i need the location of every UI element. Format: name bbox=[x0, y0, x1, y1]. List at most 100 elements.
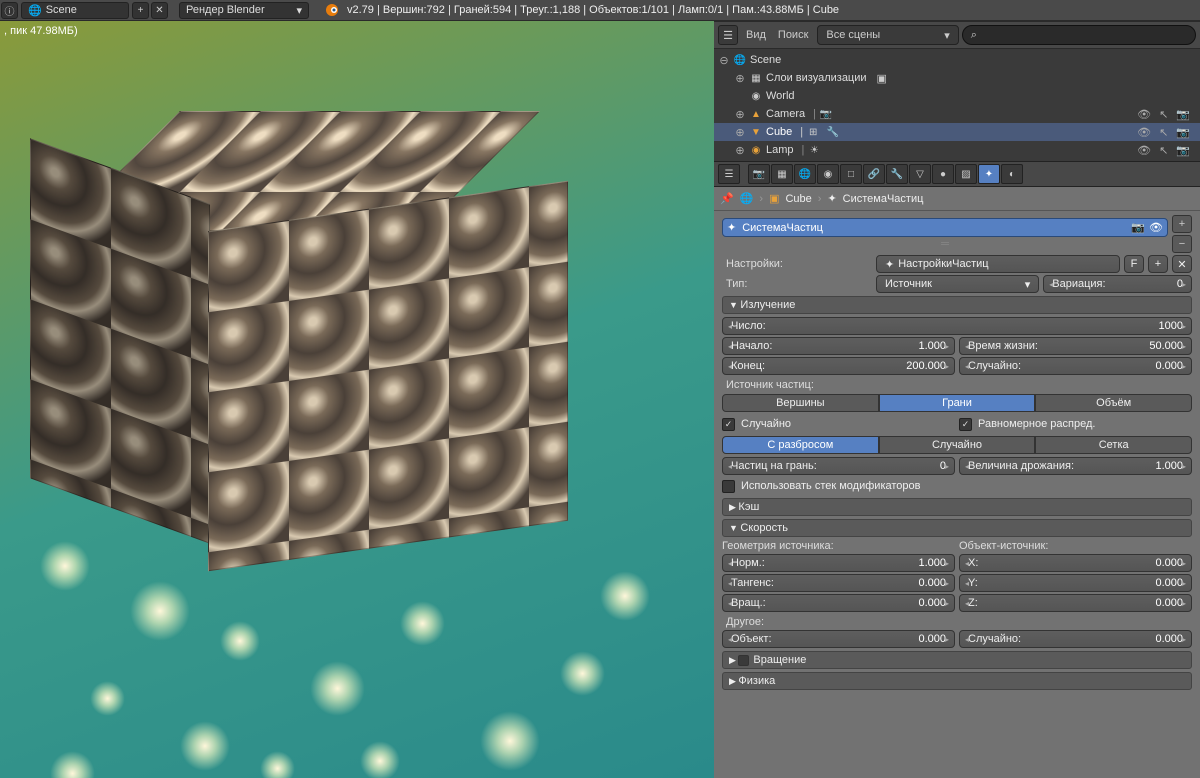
tab-renderlayers[interactable]: ▦ bbox=[771, 164, 793, 184]
source-label: Источник частиц: bbox=[726, 379, 1192, 391]
renderlayers-extra-icon[interactable]: ▣ bbox=[877, 72, 887, 85]
add-psys-button[interactable]: + bbox=[1172, 215, 1192, 233]
tab-object[interactable]: □ bbox=[840, 164, 862, 184]
pin-icon[interactable]: 📌 bbox=[720, 192, 734, 205]
dist-grid-button[interactable]: Сетка bbox=[1035, 436, 1192, 454]
tab-data[interactable]: ▽ bbox=[909, 164, 931, 184]
scene-icon: 🌐 bbox=[732, 52, 748, 68]
render-icon[interactable]: 📷 bbox=[1176, 108, 1190, 121]
distribution-buttons: С разбросом Случайно Сетка bbox=[722, 436, 1192, 454]
particles-per-face-field[interactable]: ◂Частиц на грань:0▸ bbox=[722, 457, 955, 475]
cube-icon: ▣ bbox=[769, 192, 779, 205]
properties-editor-icon[interactable]: ☰ bbox=[718, 164, 740, 184]
scene-remove-button[interactable]: ✕ bbox=[151, 2, 168, 19]
outliner-header: ☰ Вид Поиск Все сцены▾ ⌕ bbox=[714, 21, 1200, 49]
object-vel-field[interactable]: ◂Объект:0.000▸ bbox=[722, 630, 955, 648]
object-z-field[interactable]: ◂Z:0.000▸ bbox=[959, 594, 1192, 612]
cursor-icon[interactable]: ↖ bbox=[1159, 108, 1168, 121]
tab-constraints[interactable]: 🔗 bbox=[863, 164, 885, 184]
scene-add-button[interactable]: + bbox=[132, 2, 149, 19]
outliner-tree[interactable]: ⊖🌐 Scene ⊕▦ Слои визуализации ▣ ◉ World … bbox=[714, 49, 1200, 161]
outliner-search-menu[interactable]: Поиск bbox=[778, 29, 808, 41]
properties-breadcrumb: 📌 🌐 › ▣ Cube › ✦ СистемаЧастиц bbox=[714, 187, 1200, 211]
render-toggle-icon[interactable]: 📷 bbox=[1131, 221, 1145, 234]
tab-world[interactable]: ◉ bbox=[817, 164, 839, 184]
rendered-cube bbox=[60, 111, 540, 571]
outliner-filter-dropdown[interactable]: Все сцены▾ bbox=[817, 25, 958, 45]
outliner-editor-icon[interactable]: ☰ bbox=[718, 25, 738, 45]
tab-scene[interactable]: 🌐 bbox=[794, 164, 816, 184]
remove-psys-button[interactable]: − bbox=[1172, 235, 1192, 253]
search-icon: ⌕ bbox=[971, 29, 977, 42]
object-y-field[interactable]: ◂Y:0.000▸ bbox=[959, 574, 1192, 592]
jitter-amount-field[interactable]: ◂Величина дрожания:1.000▸ bbox=[959, 457, 1192, 475]
tab-material[interactable]: ● bbox=[932, 164, 954, 184]
physics-section-header[interactable]: Физика bbox=[722, 672, 1192, 690]
tab-render[interactable]: 📷 bbox=[748, 164, 770, 184]
dist-random-button[interactable]: Случайно bbox=[879, 436, 1036, 454]
outliner-camera-row[interactable]: ⊕▲ Camera |📷 👁↖📷 bbox=[714, 105, 1200, 123]
cache-section-header[interactable]: Кэш bbox=[722, 498, 1192, 516]
list-resize-handle[interactable]: ═ bbox=[722, 240, 1168, 248]
emit-faces-button[interactable]: Грани bbox=[879, 394, 1036, 412]
velocity-section-header[interactable]: Скорость bbox=[722, 519, 1192, 537]
scene-dropdown[interactable]: 🌐Scene bbox=[21, 2, 129, 19]
tab-physics[interactable]: ◐ bbox=[1001, 164, 1023, 184]
settings-name-field[interactable]: ✦НастройкиЧастиц bbox=[876, 255, 1120, 273]
normal-field[interactable]: ◂Норм.:1.000▸ bbox=[722, 554, 955, 572]
start-field[interactable]: ◂Начало:1.000▸ bbox=[722, 337, 955, 355]
outliner-view-menu[interactable]: Вид bbox=[746, 29, 766, 41]
image-editor-viewport[interactable]: , пик 47.98МБ) bbox=[0, 21, 714, 778]
crumb-psys[interactable]: СистемаЧастиц bbox=[843, 193, 924, 205]
outliner-world-row[interactable]: ◉ World bbox=[714, 87, 1200, 105]
settings-label: Настройки: bbox=[722, 258, 872, 270]
top-info-bar: ⓘ 🌐Scene + ✕ Рендер Blender▾ v2.79 | Вер… bbox=[0, 0, 1200, 21]
emission-section-header[interactable]: Излучение bbox=[722, 296, 1192, 314]
emit-verts-button[interactable]: Вершины bbox=[722, 394, 879, 412]
type-dropdown[interactable]: Источник▾ bbox=[876, 275, 1039, 293]
render-engine-dropdown[interactable]: Рендер Blender▾ bbox=[179, 2, 309, 19]
editor-type-icon[interactable]: ⓘ bbox=[1, 2, 18, 19]
crumb-cube[interactable]: Cube bbox=[785, 193, 811, 205]
settings-add-button[interactable]: + bbox=[1148, 255, 1168, 273]
settings-new-button[interactable]: F bbox=[1124, 255, 1144, 273]
visibility-icon[interactable]: 👁 bbox=[1137, 108, 1151, 121]
scene-icon: 🌐 bbox=[740, 192, 754, 205]
scene-stats: v2.79 | Вершин:792 | Граней:594 | Треуг.… bbox=[347, 4, 839, 16]
random-vel-field[interactable]: ◂Случайно:0.000▸ bbox=[959, 630, 1192, 648]
even-distribution-checkbox[interactable]: ✓Равномерное распред. bbox=[959, 415, 1192, 433]
type-label: Тип: bbox=[722, 278, 872, 290]
tangent-field[interactable]: ◂Тангенс:0.000▸ bbox=[722, 574, 955, 592]
emitter-geometry-label: Геометрия источника: bbox=[722, 540, 955, 552]
outliner-renderlayers-row[interactable]: ⊕▦ Слои визуализации ▣ bbox=[714, 69, 1200, 87]
outliner-search-input[interactable]: ⌕ bbox=[962, 25, 1196, 45]
emit-volume-button[interactable]: Объём bbox=[1035, 394, 1192, 412]
use-modifier-stack-checkbox[interactable]: Использовать стек модификаторов bbox=[722, 477, 921, 495]
eye-icon[interactable]: 👁 bbox=[1149, 221, 1163, 234]
rotation-field[interactable]: ◂Вращ.:0.000▸ bbox=[722, 594, 955, 612]
object-x-field[interactable]: ◂X:0.000▸ bbox=[959, 554, 1192, 572]
random-checkbox[interactable]: ✓Случайно bbox=[722, 415, 955, 433]
particle-system-list-item[interactable]: ✦ СистемаЧастиц 📷👁 bbox=[722, 218, 1168, 237]
outliner-cube-row[interactable]: ⊕▼ Cube |⊞🔧 👁↖📷 bbox=[714, 123, 1200, 141]
camera-icon: ▲ bbox=[748, 106, 764, 122]
tab-texture[interactable]: ▨ bbox=[955, 164, 977, 184]
layers-icon: ▦ bbox=[748, 70, 764, 86]
tab-particles[interactable]: ✦ bbox=[978, 164, 1000, 184]
mesh-icon: ▼ bbox=[748, 124, 764, 140]
lifetime-field[interactable]: ◂Время жизни:50.000▸ bbox=[959, 337, 1192, 355]
seed-field[interactable]: ◂Вариация:0▸ bbox=[1043, 275, 1192, 293]
dist-jittered-button[interactable]: С разбросом bbox=[722, 436, 879, 454]
tab-modifiers[interactable]: 🔧 bbox=[886, 164, 908, 184]
settings-unlink-button[interactable]: ✕ bbox=[1172, 255, 1192, 273]
end-field[interactable]: ◂Конец:200.000▸ bbox=[722, 357, 955, 375]
lifetime-random-field[interactable]: ◂Случайно:0.000▸ bbox=[959, 357, 1192, 375]
rotation-section-header[interactable]: Вращение bbox=[722, 651, 1192, 669]
number-field[interactable]: ◂Число:1000▸ bbox=[722, 317, 1192, 335]
blender-logo-icon bbox=[323, 2, 340, 19]
emit-from-buttons: Вершины Грани Объём bbox=[722, 394, 1192, 412]
outliner-lamp-row[interactable]: ⊕◉ Lamp |☀ 👁↖📷 bbox=[714, 141, 1200, 159]
properties-tabs: ☰ 📷 ▦ 🌐 ◉ □ 🔗 🔧 ▽ ● ▨ ✦ ◐ bbox=[714, 161, 1200, 187]
outliner-scene-row[interactable]: ⊖🌐 Scene bbox=[714, 51, 1200, 69]
properties-panel[interactable]: ✦ СистемаЧастиц 📷👁 ═ + − Настройки: ✦Нас… bbox=[714, 211, 1200, 778]
